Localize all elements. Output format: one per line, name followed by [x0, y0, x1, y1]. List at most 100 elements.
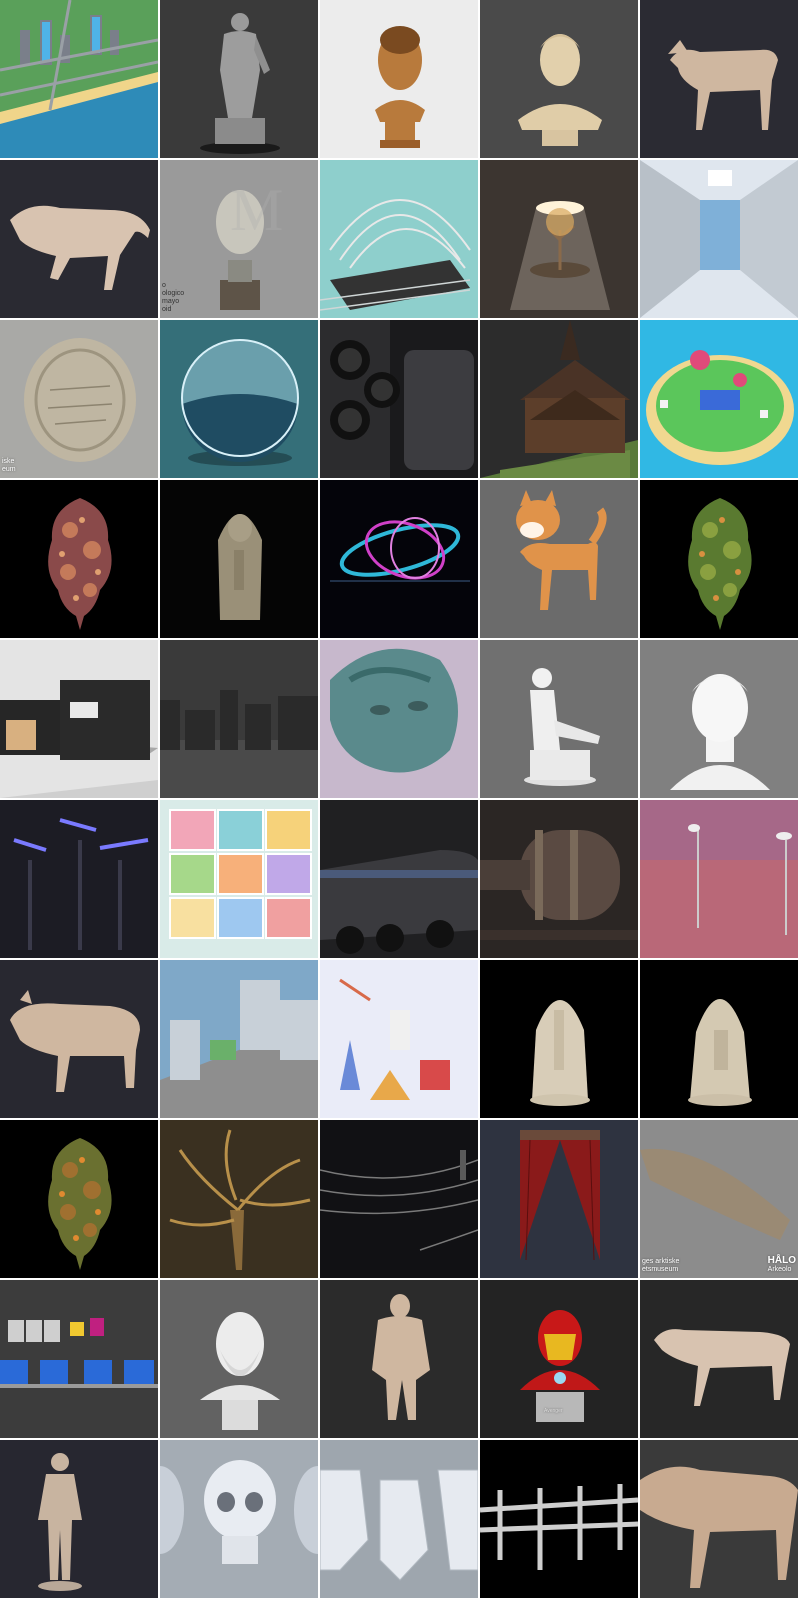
blade-brand-caption: HÅLO Arkeolo [767, 1255, 796, 1273]
light-room-model-preview [510, 201, 610, 310]
sphere-model-preview [181, 339, 299, 466]
seated-statue-model-preview [524, 668, 600, 786]
bronze-bust-model-preview [375, 26, 425, 148]
dead-tree-thumbnail[interactable] [160, 1120, 318, 1278]
svg-text:M: M [230, 177, 283, 243]
bud-purple-model-preview [48, 498, 112, 630]
truck-model-preview [320, 850, 478, 954]
light-room-tree-thumbnail[interactable] [480, 160, 638, 318]
dog-anatomy-thumbnail[interactable] [640, 0, 798, 158]
stage-truss-thumbnail[interactable] [320, 160, 478, 318]
stave-church-thumbnail[interactable] [480, 320, 638, 478]
ironman-plinth-label: Avenger [544, 1408, 563, 1414]
roman-head-caption: o ologico mayo oid [162, 282, 185, 313]
devices-model-preview [0, 1318, 158, 1388]
coin-model-preview [24, 338, 136, 462]
city-skyline-grey-thumbnail[interactable] [160, 640, 318, 798]
church-model-preview [480, 320, 638, 478]
pig-anatomy-thumbnail[interactable] [0, 960, 158, 1118]
blade-museum-caption: ges arktiske etsmuseum [642, 1258, 680, 1273]
model-thumbnail-grid: M o ologico mayo oid iske eum ges arktis… [0, 0, 800, 1600]
cartoon-island-thumbnail[interactable] [640, 320, 798, 478]
coin-caption: iske eum [2, 458, 16, 473]
bust-model-preview [518, 34, 602, 146]
shiba-model-preview [516, 490, 607, 610]
scifi-street-lamps-thumbnail[interactable] [0, 800, 158, 958]
patina-head-model-preview [330, 648, 458, 773]
engine-model-preview [480, 830, 638, 940]
planar-heads-thumbnail[interactable] [320, 1440, 478, 1598]
human-anatomy-figure-thumbnail[interactable] [0, 1440, 158, 1598]
seated-marble-statue-thumbnail[interactable] [480, 640, 638, 798]
bearded-bust-model-preview [200, 1312, 280, 1430]
white-bust-thumbnail[interactable] [640, 640, 798, 798]
lamps-model-preview [13, 818, 149, 950]
pink-street-lamp-thumbnail[interactable] [640, 800, 798, 958]
classical-bust-thumbnail[interactable] [480, 0, 638, 158]
glass-sphere-ocean-thumbnail[interactable] [160, 320, 318, 478]
bearded-bust-thumbnail[interactable] [160, 1280, 318, 1438]
roman-head-thumbnail[interactable]: M o ologico mayo oid [160, 160, 318, 318]
feline-model-preview [10, 205, 150, 290]
stage-model-preview [320, 199, 471, 311]
phone-model-preview [320, 320, 474, 478]
city-model-preview [0, 0, 158, 158]
ancient-coin-thumbnail[interactable]: iske eum [0, 320, 158, 478]
world-landmarks-thumbnail[interactable] [320, 960, 478, 1118]
power-lines-thumbnail[interactable] [320, 1120, 478, 1278]
shiba-inu-dog-thumbnail[interactable] [480, 480, 638, 638]
chess-warden-model-preview [218, 514, 262, 620]
island-model-preview [640, 320, 798, 478]
metal-pipes-thumbnail[interactable] [480, 1440, 638, 1598]
landmarks-model-preview [320, 960, 478, 1118]
bud-orange-model-preview [48, 1138, 112, 1270]
pink-lamp-model-preview [640, 800, 798, 958]
bronze-bust-thumbnail[interactable] [320, 0, 478, 158]
reactor-engine-thumbnail[interactable] [480, 800, 638, 958]
skyline-model-preview [160, 690, 318, 798]
cheetah-anatomy-thumbnail[interactable] [640, 1280, 798, 1438]
cannabis-bud-orange-thumbnail[interactable] [0, 1120, 158, 1278]
chess-bishop-thumbnail[interactable] [640, 960, 798, 1118]
city-block-model-preview [160, 960, 318, 1118]
wires-model-preview [320, 1150, 478, 1251]
police-armored-truck-thumbnail[interactable] [320, 800, 478, 958]
chess-piece-warden-thumbnail[interactable] [160, 480, 318, 638]
isometric-city-block-thumbnail[interactable] [160, 960, 318, 1118]
chess-bishop-model-preview [688, 999, 752, 1106]
hercules-statue-thumbnail[interactable] [160, 0, 318, 158]
lioness-anatomy-thumbnail[interactable] [0, 160, 158, 318]
theatre-curtain-thumbnail[interactable] [480, 1120, 638, 1278]
cannabis-bud-purple-thumbnail[interactable] [0, 480, 158, 638]
pig-model-preview [10, 990, 140, 1092]
ape-anatomy-thumbnail[interactable] [320, 1280, 478, 1438]
rooms-model-preview [169, 809, 312, 939]
isometric-rooms-thumbnail[interactable] [160, 800, 318, 958]
chess-king-horn-thumbnail[interactable] [480, 960, 638, 1118]
swirl-model-preview [330, 517, 470, 582]
bigcat-model-preview [640, 1466, 798, 1588]
skulls-thumbnail[interactable] [160, 1440, 318, 1598]
big-cat-anatomy-thumbnail[interactable] [640, 1440, 798, 1598]
house-model-preview [0, 680, 158, 798]
stone-blade-artifact-thumbnail[interactable]: ges arktiske etsmuseum HÅLO Arkeolo [640, 1120, 798, 1278]
apple-devices-thumbnail[interactable] [0, 1280, 158, 1438]
curtain-model-preview [520, 1130, 600, 1261]
smartphone-camera-thumbnail[interactable] [320, 320, 478, 478]
white-bust-model-preview [670, 674, 770, 790]
cannabis-bud-green-thumbnail[interactable] [640, 480, 798, 638]
iron-man-bust-thumbnail[interactable]: Avenger [480, 1280, 638, 1438]
planar-heads-model-preview [320, 1469, 478, 1581]
statue-model-preview [200, 13, 280, 154]
human-model-preview [38, 1453, 82, 1591]
futuristic-interior-thumbnail[interactable] [640, 160, 798, 318]
neon-light-swirl-thumbnail[interactable] [320, 480, 478, 638]
bronze-head-patina-thumbnail[interactable] [320, 640, 478, 798]
ape-model-preview [372, 1294, 430, 1420]
pipes-model-preview [480, 1484, 638, 1570]
modern-black-house-thumbnail[interactable] [0, 640, 158, 798]
low-poly-city-beach-thumbnail[interactable] [0, 0, 158, 158]
interior-model-preview [640, 160, 798, 318]
cheetah-model-preview [654, 1329, 790, 1406]
skulls-model-preview [160, 1460, 318, 1564]
